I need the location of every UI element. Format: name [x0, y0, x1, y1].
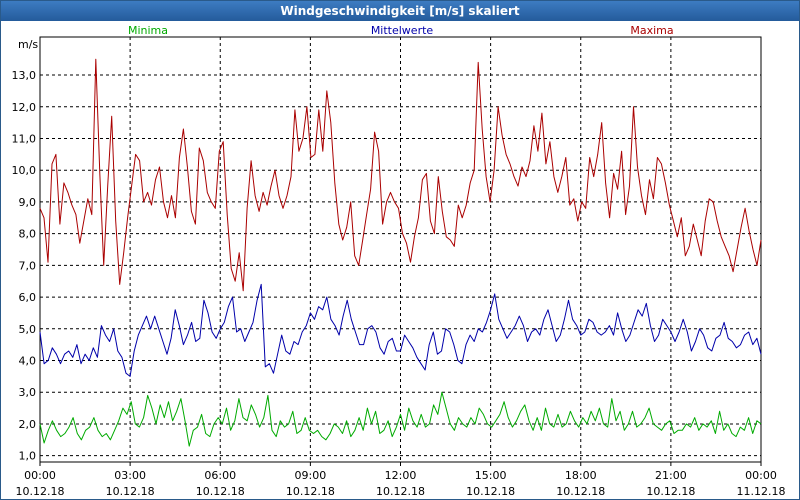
x-tick-time: 21:00 [655, 469, 687, 482]
x-tick-time: 18:00 [565, 469, 597, 482]
line-chart: 1,0 2,0 3,0 4,0 5,0 6,0 7,0 8,0 9,0 10,0 11,0 12,0 1… [12, 24, 786, 498]
x-tick-date: 10.12.18 [196, 485, 245, 498]
y-tick-label: 10,0 [12, 164, 37, 177]
y-tick-label: 11,0 [12, 132, 37, 145]
x-tick-date: 10.12.18 [106, 485, 155, 498]
grid-lines [39, 36, 762, 466]
x-axis-tick-labels: 00:00 10.12.18 03:00 10.12.18 06:00 10.12.18 0… [16, 469, 786, 498]
x-tick-time: 00:00 [24, 469, 56, 482]
y-tick-label: 3,0 [19, 386, 37, 399]
y-tick-label: 2,0 [19, 418, 37, 431]
series-line-minima [39, 391, 762, 447]
x-tick-date: 10.12.18 [376, 485, 425, 498]
y-tick-label: 6,0 [19, 291, 37, 304]
x-tick-date: 11.12.18 [737, 485, 786, 498]
x-tick-time: 15:00 [475, 469, 507, 482]
y-tick-label: 1,0 [19, 450, 37, 463]
legend-entry: Maxima [630, 24, 673, 37]
x-tick-time: 09:00 [295, 469, 327, 482]
y-axis-label: m/s [18, 38, 38, 51]
y-tick-label: 5,0 [19, 323, 37, 336]
x-tick-date: 10.12.18 [466, 485, 515, 498]
x-tick-time: 06:00 [204, 469, 236, 482]
y-tick-label: 13,0 [12, 69, 37, 82]
x-tick-date: 10.12.18 [286, 485, 335, 498]
x-tick-time: 03:00 [114, 469, 146, 482]
y-tick-label: 8,0 [19, 228, 37, 241]
legend-entry: Minima [128, 24, 168, 37]
x-tick-date: 10.12.18 [16, 485, 65, 498]
x-tick-date: 10.12.18 [556, 485, 605, 498]
y-tick-label: 7,0 [19, 259, 37, 272]
y-axis-tick-labels: 1,0 2,0 3,0 4,0 5,0 6,0 7,0 8,0 9,0 10,0 11,0 12,0 1… [12, 69, 37, 463]
x-tick-time: 00:00 [745, 469, 777, 482]
y-tick-label: 12,0 [12, 101, 37, 114]
x-tick-time: 12:00 [385, 469, 417, 482]
legend-entry: Mittelwerte [371, 24, 434, 37]
y-tick-label: 4,0 [19, 355, 37, 368]
y-tick-label: 9,0 [19, 196, 37, 209]
x-tick-date: 10.12.18 [646, 485, 695, 498]
legend: Minima Mittelwerte Maxima [128, 24, 674, 37]
